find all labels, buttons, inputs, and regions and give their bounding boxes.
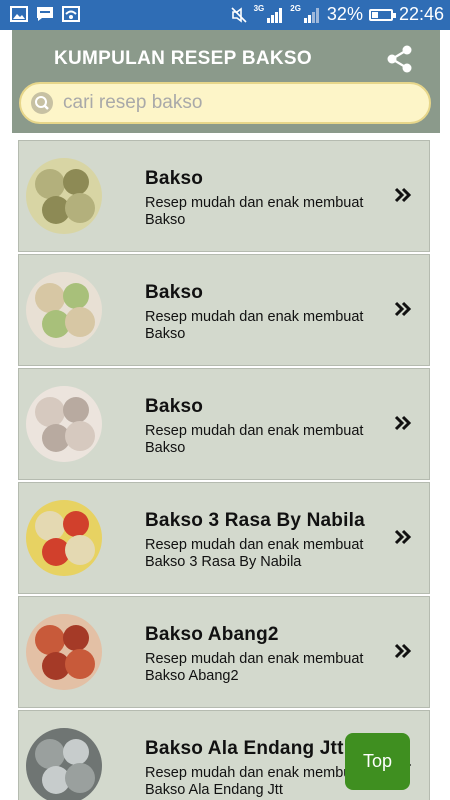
list-item[interactable]: Bakso Resep mudah dan enak membuat Bakso [18, 254, 430, 366]
recipe-title: Bakso [145, 396, 204, 417]
battery-percent: 32% [326, 4, 363, 24]
system-icons: 3G 2G 32% 22:46 [230, 4, 444, 25]
recipe-description: Resep mudah dan enak membuat Bakso [145, 195, 364, 228]
recipe-title: Bakso [145, 168, 204, 189]
signal-icon-1 [266, 7, 284, 23]
network-label-1: 3G [253, 4, 265, 13]
network-label-2: 2G [290, 4, 301, 13]
share-icon [387, 45, 412, 73]
search-bar[interactable] [19, 82, 431, 124]
list-item[interactable]: Bakso Resep mudah dan enak membuat Bakso [18, 368, 430, 480]
recipe-thumbnail [26, 614, 102, 690]
chevron-right-icon [393, 413, 413, 433]
wifi-icon [62, 6, 80, 22]
page-title: KUMPULAN RESEP BAKSO [54, 48, 312, 69]
recipe-description: Resep mudah dan enak membuat Bakso [145, 309, 364, 342]
recipe-thumbnail [26, 728, 102, 800]
share-button[interactable] [386, 44, 414, 74]
signal-icon-2 [303, 7, 321, 23]
chevron-right-icon [393, 299, 413, 319]
recipe-list[interactable]: Bakso Resep mudah dan enak membuat Bakso B… [18, 140, 431, 800]
clock: 22:46 [398, 4, 444, 24]
recipe-description: Resep mudah dan enak membuat Bakso 3 Ras… [145, 537, 364, 570]
notification-icons [10, 6, 80, 22]
recipe-description: Resep mudah dan enak membuat Bakso Abang… [145, 651, 364, 684]
search-input[interactable] [61, 91, 405, 115]
list-item[interactable]: Bakso 3 Rasa By Nabila Resep mudah dan en… [18, 482, 430, 594]
image-icon [10, 6, 28, 22]
scroll-top-button[interactable]: Top [345, 733, 410, 790]
list-item[interactable]: Bakso Abang2 Resep mudah dan enak membuat… [18, 596, 430, 708]
mute-icon [230, 6, 248, 23]
chevron-right-icon [393, 527, 413, 547]
recipe-title: Bakso [145, 282, 204, 303]
battery-icon [368, 8, 396, 21]
recipe-title: Bakso Abang2 [145, 624, 279, 645]
recipe-description: Resep mudah dan enak membuat Bakso [145, 423, 364, 456]
status-bar: 3G 2G 32% 22:46 [0, 0, 450, 30]
recipe-thumbnail [26, 386, 102, 462]
list-item[interactable]: Bakso Resep mudah dan enak membuat Bakso [18, 140, 430, 252]
recipe-thumbnail [26, 272, 102, 348]
search-icon [31, 92, 53, 114]
recipe-title: Bakso Ala Endang Jtt [145, 738, 344, 759]
chevron-right-icon [393, 185, 413, 205]
recipe-thumbnail [26, 500, 102, 576]
chevron-right-icon [393, 641, 413, 661]
message-icon [36, 6, 54, 22]
recipe-title: Bakso 3 Rasa By Nabila [145, 510, 365, 531]
recipe-thumbnail [26, 158, 102, 234]
app-header: KUMPULAN RESEP BAKSO [12, 30, 440, 133]
battery-level [371, 11, 378, 18]
